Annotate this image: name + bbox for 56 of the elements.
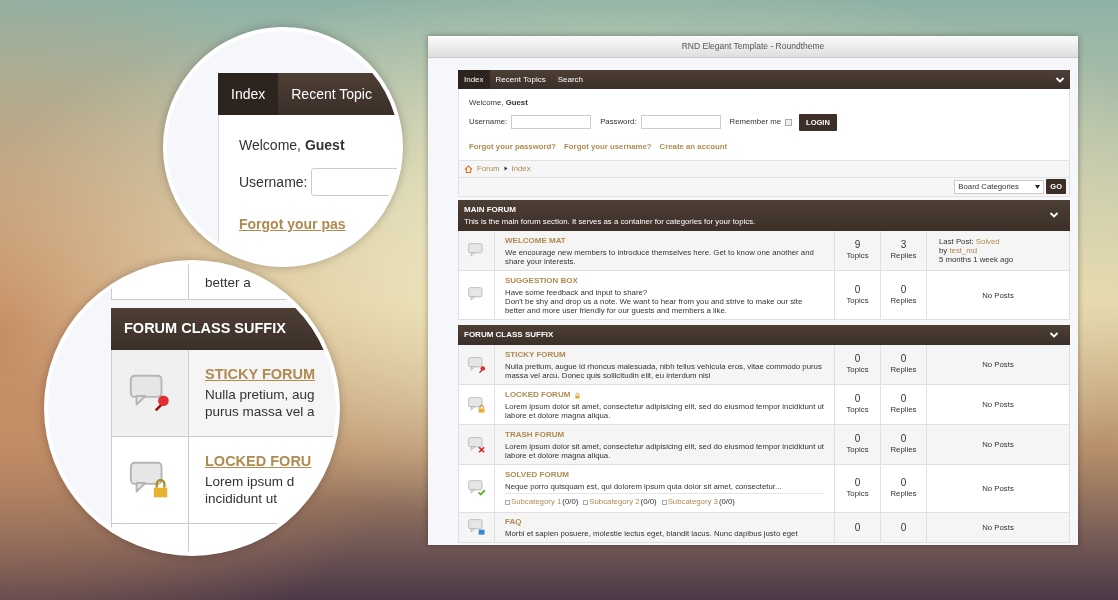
forum-title-link[interactable]: SOLVED FORUM	[505, 469, 569, 482]
topic-count: 0	[854, 353, 861, 365]
nav-tab[interactable]: Recent Topics	[489, 70, 552, 89]
folder-icon	[661, 499, 667, 505]
topic-count: 0	[854, 477, 861, 489]
locked-bubble-icon	[466, 395, 487, 414]
forum-description: better a	[205, 274, 251, 291]
forum-title-link[interactable]: TRASH FORUM	[505, 429, 565, 442]
separator-icon	[503, 166, 508, 172]
forum-title-link[interactable]: WELCOME MAT	[505, 235, 566, 248]
folder-icon	[583, 499, 589, 505]
window-title: RND Elegant Template - Roundtheme	[681, 40, 825, 53]
nav-tab[interactable]: Index	[458, 70, 490, 89]
nav-tab[interactable]: Index	[218, 73, 279, 115]
forum-description: incididunt ut	[205, 490, 278, 507]
padlock-icon	[574, 391, 582, 399]
reply-count: 0	[900, 477, 907, 489]
field-label: Username:	[239, 172, 308, 192]
welcome-text: Welcome, Guest	[239, 136, 346, 155]
section-title: FORUM CLASS SUFFIX	[124, 319, 286, 339]
username-field[interactable]	[311, 168, 399, 196]
topic-count: 0	[854, 283, 861, 295]
forum-title-link[interactable]: LOCKED FORU	[205, 453, 312, 470]
topic-count: 9	[854, 239, 861, 251]
reply-count: 0	[900, 353, 907, 365]
pinned-bubble-icon	[466, 355, 487, 374]
password-field[interactable]	[640, 115, 721, 130]
forum-title-link[interactable]: STICKY FORUM	[505, 349, 566, 362]
bubble-cross-icon	[466, 435, 487, 454]
reply-count: 0	[900, 522, 907, 533]
forum-description: Nulla pretium, aug	[205, 386, 315, 403]
topic-count: 0	[854, 522, 861, 533]
text-link[interactable]: Forgot your pas	[239, 214, 346, 235]
topic-count: 0	[854, 393, 861, 405]
forum-title-link[interactable]: FAQ	[505, 516, 522, 528]
reply-count: 3	[900, 239, 907, 251]
forum-title-link[interactable]: STICKY FORUM	[205, 366, 316, 383]
forum-description: Lorem ipsum d	[205, 473, 295, 490]
folder-icon	[505, 499, 510, 505]
bubble-check-icon	[466, 479, 487, 498]
forum-title-link[interactable]: SUGGESTION BOX	[505, 275, 578, 288]
caret-icon	[1035, 184, 1041, 189]
username-field[interactable]	[511, 115, 592, 130]
bubble-info-icon	[466, 518, 487, 537]
home-icon[interactable]	[464, 164, 473, 173]
section-title: FORUM CLASS SUFFIX	[464, 329, 554, 342]
forum-title-link[interactable]: LOCKED FORUM	[505, 389, 571, 402]
reply-count: 0	[900, 393, 907, 405]
nav-tab[interactable]: Search	[551, 70, 590, 89]
remember-checkbox[interactable]	[785, 118, 793, 126]
reply-count: 0	[900, 433, 907, 445]
section-title: MAIN FORUM	[464, 203, 517, 216]
reply-count: 0	[900, 283, 907, 295]
forum-description: purus massa vel a	[205, 403, 315, 420]
topic-count: 0	[854, 433, 861, 445]
nav-tab[interactable]: Recent Topic	[278, 73, 372, 115]
